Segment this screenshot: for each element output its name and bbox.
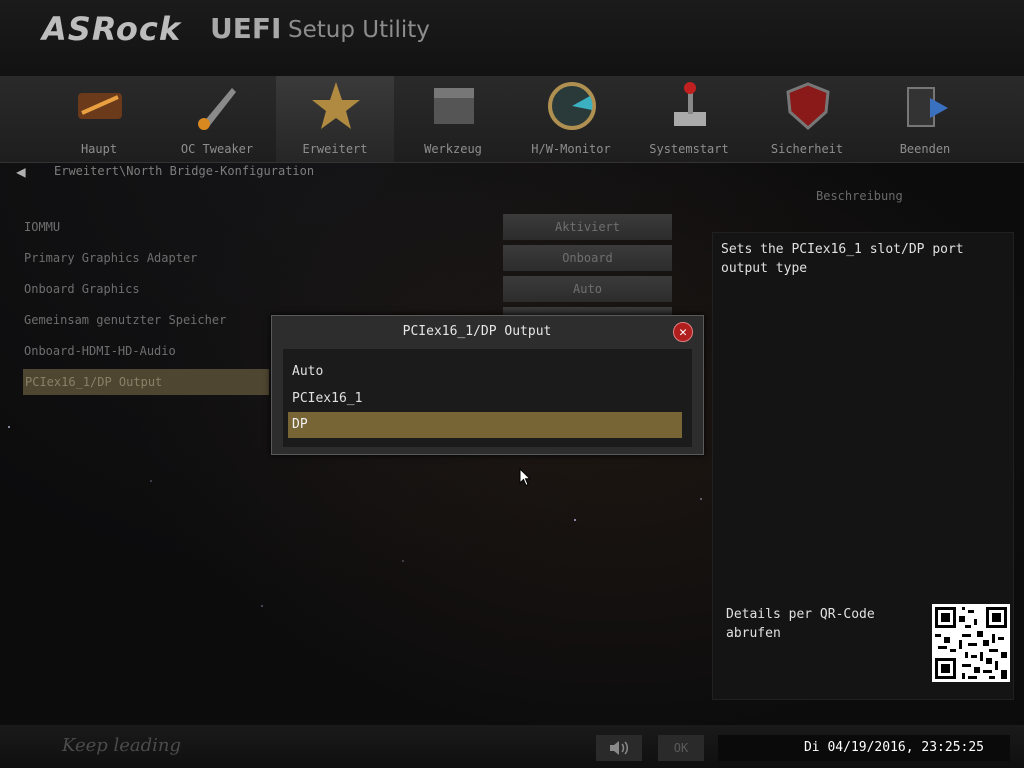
exit-door-icon xyxy=(900,80,952,132)
tab-sicherheit[interactable]: Sicherheit xyxy=(748,76,866,162)
back-arrow-icon[interactable]: ◀ xyxy=(16,162,38,182)
header: ASRock UEFI Setup Utility xyxy=(0,0,1024,76)
rocket-icon xyxy=(192,80,244,132)
qr-code-image xyxy=(932,604,1010,682)
radar-icon xyxy=(546,80,598,132)
description-text: Sets the PCIex16_1 slot/DP port output t… xyxy=(721,242,964,276)
option-list: Auto PCIex16_1 DP xyxy=(283,349,692,447)
option-pciex16-1[interactable]: PCIex16_1 xyxy=(288,386,682,412)
tab-hw-monitor[interactable]: H/W-Monitor xyxy=(512,76,630,162)
product-subtitle: Setup Utility xyxy=(288,17,430,43)
tab-beenden[interactable]: Beenden xyxy=(866,76,984,162)
description-title: Beschreibung xyxy=(816,189,903,203)
value-primary-graphics-adapter[interactable]: Onboard xyxy=(503,245,672,271)
tab-oc-tweaker[interactable]: OC Tweaker xyxy=(158,76,276,162)
value-iommu[interactable]: Aktiviert xyxy=(503,214,672,240)
value-onboard-graphics[interactable]: Auto xyxy=(503,276,672,302)
datetime-display: Di 04/19/2016, 23:25:25 xyxy=(718,735,1010,761)
option-dialog: PCIex16_1/DP Output ✕ Auto PCIex16_1 DP xyxy=(271,315,704,455)
toolbox-icon xyxy=(428,80,480,132)
setting-pciex16-dp-output[interactable]: PCIex16_1/DP Output xyxy=(23,369,269,395)
setting-onboard-hdmi-audio[interactable]: Onboard-HDMI-HD-Audio xyxy=(24,338,268,364)
setting-primary-graphics-adapter[interactable]: Primary Graphics Adapter xyxy=(24,245,268,271)
tab-erweitert[interactable]: Erweitert xyxy=(276,76,394,162)
main-tab-bar: Haupt OC Tweaker Erweitert Werkzeug H/W-… xyxy=(0,76,1024,163)
mouse-cursor-icon xyxy=(519,467,532,491)
shield-icon xyxy=(782,80,834,132)
ok-button[interactable]: OK xyxy=(658,735,704,761)
dialog-title: PCIex16_1/DP Output xyxy=(402,324,552,339)
brand-logo: ASRock xyxy=(42,10,182,48)
tab-werkzeug[interactable]: Werkzeug xyxy=(394,76,512,162)
tab-systemstart[interactable]: Systemstart xyxy=(630,76,748,162)
main-icon xyxy=(74,80,126,132)
close-icon[interactable]: ✕ xyxy=(673,322,693,342)
joystick-icon xyxy=(664,80,716,132)
setting-onboard-graphics[interactable]: Onboard Graphics xyxy=(24,276,268,302)
breadcrumb: Erweitert\North Bridge-Konfiguration xyxy=(54,164,315,178)
option-dp[interactable]: DP xyxy=(288,412,682,438)
qr-caption: Details per QR-Code abrufen xyxy=(726,607,875,641)
star-icon xyxy=(310,80,362,132)
speaker-icon[interactable] xyxy=(596,735,642,761)
setting-shared-memory[interactable]: Gemeinsam genutzter Speicher xyxy=(24,307,268,333)
tab-haupt[interactable]: Haupt xyxy=(40,76,158,162)
slogan: Keep leading xyxy=(62,735,182,756)
product-name: UEFI xyxy=(210,12,282,45)
setting-iommu[interactable]: IOMMU xyxy=(24,214,268,240)
value-shared-memory[interactable] xyxy=(503,307,672,315)
option-auto[interactable]: Auto xyxy=(288,359,682,385)
